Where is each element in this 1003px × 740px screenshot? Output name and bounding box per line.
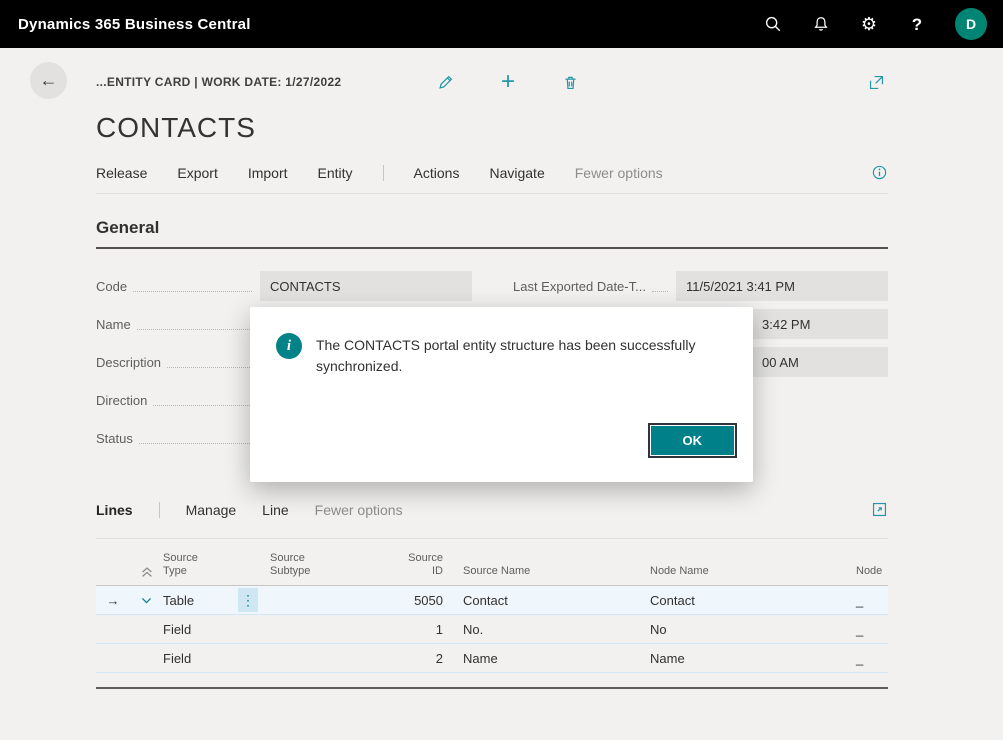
cell-source-type[interactable]: Field [163, 651, 270, 666]
last-exported-input[interactable]: 11/5/2021 3:41 PM [676, 271, 888, 301]
column-source-type[interactable]: Source Type [163, 552, 209, 580]
name-label: Name [96, 317, 131, 332]
cell-source-name[interactable]: No. [448, 622, 650, 637]
info-icon: i [276, 333, 302, 359]
lines-section: Lines Manage Line Fewer options Source T… [96, 495, 888, 689]
column-node-name[interactable]: Node Name [650, 565, 856, 579]
column-source-subtype[interactable]: Source Subtype [270, 552, 316, 580]
lines-menu-line[interactable]: Line [262, 502, 288, 518]
page-title: CONTACTS [96, 112, 888, 144]
row-menu-ellipsis-icon[interactable]: ⋮ [238, 588, 258, 612]
column-node[interactable]: Node [856, 565, 888, 579]
ok-button[interactable]: OK [650, 425, 736, 456]
tab-lines[interactable]: Lines [96, 502, 133, 518]
dotted-leader [167, 356, 252, 368]
description-label: Description [96, 355, 161, 370]
topbar-actions: ⚙ ? D [763, 8, 987, 40]
sync-success-dialog: i The CONTACTS portal entity structure h… [250, 307, 753, 482]
menu-navigate[interactable]: Navigate [489, 165, 544, 181]
menu-release[interactable]: Release [96, 165, 147, 181]
menu-import[interactable]: Import [248, 165, 288, 181]
cell-node-name[interactable]: Contact [650, 593, 856, 608]
info-circle-icon[interactable] [871, 164, 888, 181]
chevron-down-icon[interactable] [130, 594, 163, 607]
cell-node[interactable]: _ [856, 622, 888, 637]
search-icon[interactable] [763, 14, 783, 34]
dialog-message: The CONTACTS portal entity structure has… [316, 333, 706, 377]
breadcrumb: ...ENTITY CARD | WORK DATE: 1/27/2022 [96, 75, 341, 89]
general-section-title: General [96, 218, 888, 249]
last-exported-label: Last Exported Date-T... [513, 279, 646, 294]
cell-source-name[interactable]: Name [448, 651, 650, 666]
dotted-leader [139, 432, 252, 444]
cell-source-name[interactable]: Contact [448, 593, 650, 608]
settings-gear-icon[interactable]: ⚙ [859, 14, 879, 34]
cell-source-type[interactable]: Table ⋮ [163, 588, 270, 612]
status-label: Status [96, 431, 133, 446]
user-avatar[interactable]: D [955, 8, 987, 40]
field-code: Code CONTACTS [96, 271, 472, 301]
dotted-leader [133, 280, 252, 292]
source-type-value: Field [163, 622, 191, 637]
column-source-id[interactable]: Source ID [396, 552, 448, 580]
menu-divider [383, 165, 384, 181]
source-type-value: Field [163, 651, 191, 666]
help-icon[interactable]: ? [907, 14, 927, 34]
lines-toolbar: Lines Manage Line Fewer options [96, 495, 888, 528]
cell-node-name[interactable]: Name [650, 651, 856, 666]
cell-source-id[interactable]: 5050 [396, 593, 448, 608]
top-bar: Dynamics 365 Business Central ⚙ ? D [0, 0, 1003, 48]
column-source-name[interactable]: Source Name [448, 565, 650, 579]
lines-table-header: Source Type Source Subtype Source ID Sou… [96, 538, 888, 586]
collapse-all-icon[interactable] [130, 565, 163, 579]
dotted-leader [137, 318, 252, 330]
open-in-window-icon[interactable] [864, 70, 888, 94]
cell-source-id[interactable]: 2 [396, 651, 448, 666]
menu-fewer-options[interactable]: Fewer options [575, 165, 663, 181]
new-plus-icon[interactable]: + [496, 70, 520, 94]
table-row[interactable]: Field 2 Name Name _ [96, 644, 888, 673]
table-row[interactable]: Field 1 No. No _ [96, 615, 888, 644]
lines-menu-manage[interactable]: Manage [186, 502, 237, 518]
delete-trash-icon[interactable] [558, 70, 582, 94]
cell-node[interactable]: _ [856, 593, 888, 608]
cell-source-id[interactable]: 1 [396, 622, 448, 637]
caption-row: ...ENTITY CARD | WORK DATE: 1/27/2022 + [96, 64, 888, 100]
code-label: Code [96, 279, 127, 294]
cell-node-name[interactable]: No [650, 622, 856, 637]
direction-label: Direction [96, 393, 147, 408]
field-last-exported: Last Exported Date-T... 11/5/2021 3:41 P… [513, 271, 888, 301]
back-button[interactable]: ← [30, 62, 67, 99]
dialog-body: i The CONTACTS portal entity structure h… [250, 307, 753, 377]
lines-menu-fewer-options[interactable]: Fewer options [315, 502, 403, 518]
action-menubar: Release Export Import Entity Actions Nav… [96, 164, 888, 194]
menu-entity[interactable]: Entity [318, 165, 353, 181]
lines-divider [159, 502, 160, 518]
app-title: Dynamics 365 Business Central [18, 16, 251, 33]
menu-export[interactable]: Export [177, 165, 217, 181]
back-arrow-icon: ← [40, 70, 58, 91]
cell-node[interactable]: _ [856, 651, 888, 666]
table-bottom-rule [96, 687, 888, 689]
edit-pencil-icon[interactable] [434, 70, 458, 94]
dotted-leader [153, 394, 252, 406]
cell-source-type[interactable]: Field [163, 622, 270, 637]
active-row-arrow-icon: → [96, 593, 130, 608]
notifications-bell-icon[interactable] [811, 14, 831, 34]
table-row[interactable]: → Table ⋮ 5050 Contact Contact _ [96, 586, 888, 615]
dotted-leader [652, 280, 668, 292]
menu-actions[interactable]: Actions [414, 165, 460, 181]
source-type-value: Table [163, 593, 194, 608]
expand-lines-icon[interactable] [871, 501, 888, 518]
code-input[interactable]: CONTACTS [260, 271, 472, 301]
